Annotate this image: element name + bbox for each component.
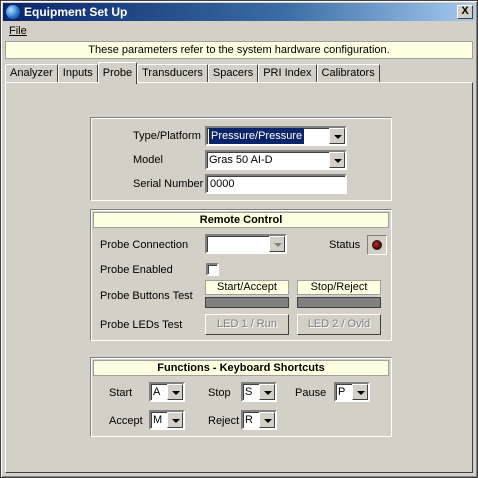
- probe-connection-select[interactable]: [205, 234, 287, 254]
- model-label: Model: [133, 154, 163, 166]
- stop-shortcut-value: S: [245, 386, 253, 398]
- reject-shortcut-value: R: [245, 414, 253, 426]
- chevron-down-icon[interactable]: [269, 236, 285, 252]
- tab-strip: Analyzer Inputs Probe Transducers Spacer…: [5, 61, 380, 84]
- tab-calibrators[interactable]: Calibrators: [316, 64, 380, 83]
- stop-shortcut-select[interactable]: S: [241, 382, 277, 402]
- tab-transducers[interactable]: Transducers: [137, 64, 208, 83]
- type-platform-value: Pressure/Pressure: [209, 128, 305, 144]
- tab-pri-index[interactable]: PRI Index: [258, 64, 317, 83]
- chevron-down-icon[interactable]: [167, 384, 183, 400]
- chevron-down-icon[interactable]: [329, 152, 345, 168]
- stop-shortcut-label: Stop: [208, 387, 231, 399]
- chevron-down-icon[interactable]: [329, 128, 345, 144]
- chevron-down-icon[interactable]: [352, 384, 368, 400]
- stop-reject-indicator: [297, 297, 381, 308]
- title-bar[interactable]: Equipment Set Up X: [3, 3, 475, 21]
- start-accept-indicator-label: Start/Accept: [205, 280, 289, 295]
- probe-leds-test-label: Probe LEDs Test: [100, 319, 183, 331]
- app-globe-icon: [6, 5, 20, 19]
- menu-bar: File: [3, 22, 475, 39]
- tab-spacers[interactable]: Spacers: [207, 64, 259, 83]
- start-shortcut-value: A: [153, 386, 161, 398]
- serial-number-field[interactable]: 0000: [205, 174, 347, 194]
- tab-analyzer[interactable]: Analyzer: [5, 64, 58, 83]
- chevron-down-icon[interactable]: [259, 412, 275, 428]
- keyboard-shortcuts-header: Functions - Keyboard Shortcuts: [93, 360, 389, 376]
- serial-number-label: Serial Number: [133, 178, 204, 190]
- reject-shortcut-label: Reject: [208, 415, 240, 427]
- status-label: Status: [329, 239, 361, 251]
- status-led-indicator: [367, 235, 387, 255]
- close-button[interactable]: X: [457, 5, 473, 19]
- pause-shortcut-select[interactable]: P: [334, 382, 370, 402]
- led2-ovld-button[interactable]: LED 2 / Ovld: [297, 314, 381, 335]
- chevron-down-icon[interactable]: [259, 384, 275, 400]
- window-title: Equipment Set Up: [24, 5, 128, 19]
- accept-shortcut-value: M: [153, 414, 163, 426]
- stop-reject-indicator-label: Stop/Reject: [297, 280, 381, 295]
- menu-file-label: File: [9, 24, 27, 37]
- tab-inputs[interactable]: Inputs: [57, 64, 98, 83]
- reject-shortcut-select[interactable]: R: [241, 410, 277, 430]
- chevron-down-icon[interactable]: [167, 412, 183, 428]
- probe-identification-group: Type/Platform Pressure/Pressure Model Gr…: [90, 117, 392, 201]
- tab-probe[interactable]: Probe: [97, 62, 138, 84]
- keyboard-shortcuts-group: Functions - Keyboard Shortcuts Start A S…: [90, 357, 392, 437]
- status-light-icon: [372, 240, 382, 250]
- led1-run-button[interactable]: LED 1 / Run: [205, 314, 289, 335]
- start-shortcut-select[interactable]: A: [149, 382, 185, 402]
- start-shortcut-label: Start: [109, 387, 133, 399]
- remote-control-group: Remote Control Probe Connection Status P…: [90, 209, 392, 341]
- remote-control-header: Remote Control: [93, 212, 389, 228]
- probe-enabled-label: Probe Enabled: [100, 264, 173, 276]
- pause-shortcut-value: P: [338, 386, 346, 398]
- accept-shortcut-label: Accept: [109, 415, 143, 427]
- start-accept-indicator: [205, 297, 289, 308]
- accept-shortcut-select[interactable]: M: [149, 410, 185, 430]
- probe-buttons-test-label: Probe Buttons Test: [100, 290, 193, 302]
- probe-enabled-checkbox[interactable]: [206, 263, 219, 276]
- menu-file[interactable]: File: [3, 25, 33, 37]
- type-platform-select[interactable]: Pressure/Pressure: [205, 126, 347, 146]
- equipment-setup-window: Equipment Set Up X File These parameters…: [0, 0, 478, 478]
- probe-tab-panel: Type/Platform Pressure/Pressure Model Gr…: [5, 82, 473, 473]
- model-select[interactable]: Gras 50 AI-D: [205, 150, 347, 170]
- type-platform-label: Type/Platform: [133, 130, 201, 142]
- info-banner: These parameters refer to the system har…: [5, 41, 473, 59]
- model-value: Gras 50 AI-D: [209, 154, 273, 166]
- probe-connection-label: Probe Connection: [100, 239, 189, 251]
- pause-shortcut-label: Pause: [295, 387, 327, 399]
